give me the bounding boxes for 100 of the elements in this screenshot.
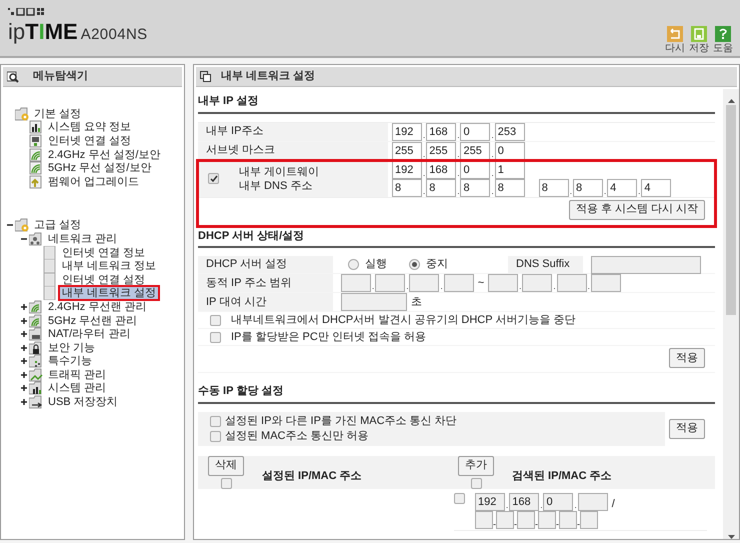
separator: - (577, 518, 580, 528)
expand-icon[interactable] (21, 372, 27, 378)
checkbox[interactable] (208, 173, 219, 184)
ip-octet-field[interactable]: 8 (494, 178, 525, 196)
ip-octet-field[interactable]: 192 (392, 122, 422, 140)
ip-octet-field[interactable]: 192 (475, 492, 505, 510)
tree-item[interactable]: 인터넷 연결 설정 (46, 134, 134, 147)
toolbar-button[interactable]: 도움 (714, 26, 732, 54)
ip-octet-field[interactable] (409, 274, 440, 292)
network-folder-icon (29, 232, 43, 246)
button[interactable]: 추가 (458, 456, 494, 476)
ip-octet-field[interactable]: 4 (641, 178, 672, 196)
ip-octet-field[interactable]: 8 (392, 178, 422, 196)
ip-octet-field[interactable]: 255 (392, 142, 422, 160)
tree-item[interactable]: 고급 설정 (32, 219, 84, 232)
checkbox[interactable] (210, 416, 221, 426)
ip-octet-field[interactable]: 8 (426, 178, 456, 196)
ip-octet-field[interactable]: 0 (494, 142, 525, 160)
ip-octet-field[interactable] (341, 274, 371, 292)
ip-octet-field[interactable]: 255 (426, 142, 456, 160)
expand-icon[interactable] (21, 344, 27, 351)
save-icon (691, 26, 707, 42)
ip-octet-field[interactable]: 8 (460, 178, 490, 196)
tree-item[interactable]: USB 저장장치 (46, 396, 120, 408)
ip-octet-field[interactable] (522, 274, 552, 292)
mac-field[interactable] (475, 510, 493, 528)
ip-octet-field[interactable]: 1 (494, 160, 525, 178)
separator: . (637, 186, 642, 196)
ip-octet-field[interactable]: 168 (426, 160, 456, 178)
ip-octet-field[interactable]: 253 (494, 122, 525, 140)
separator: . (405, 282, 410, 292)
help-icon (715, 26, 731, 42)
ip-octet-field[interactable]: 168 (426, 122, 456, 140)
button[interactable]: 삭제 (208, 456, 244, 476)
expand-icon[interactable] (21, 331, 27, 338)
collapse-icon[interactable] (21, 236, 27, 242)
ip-octet-field[interactable]: 4 (607, 178, 638, 196)
ip-octet-field[interactable]: 0 (460, 122, 490, 140)
toolbar-button[interactable]: 저장 (690, 26, 708, 54)
ip-octet-field[interactable] (556, 274, 587, 292)
ip-octet-field[interactable]: 168 (509, 492, 540, 510)
button[interactable]: 적용 후 시스템 다시 시작 (568, 200, 705, 220)
ip-octet-field[interactable] (444, 274, 474, 292)
tree-item[interactable]: 2.4GHz 무선랜 관리 (46, 300, 148, 313)
tree-item[interactable]: NAT/라우터 관리 (46, 328, 132, 340)
tree-item[interactable]: 네트워크 관리 (46, 232, 120, 245)
column-header: 검색된 IP/MAC 주소 (512, 468, 612, 484)
tree-item[interactable]: 내부 네트워크 설정 (60, 287, 158, 300)
checkbox[interactable] (454, 492, 465, 504)
expand-icon[interactable] (21, 304, 27, 310)
mac-field[interactable] (496, 510, 514, 528)
tree-item[interactable]: 보안 기능 (46, 342, 98, 354)
chart-folder-icon (29, 368, 43, 382)
checkbox[interactable] (210, 430, 221, 442)
ip-octet-field[interactable]: 0 (543, 492, 574, 510)
tree-item[interactable]: 기본 설정 (32, 108, 84, 120)
tree-item[interactable]: 시스템 요약 정보 (46, 121, 134, 134)
collapse-icon[interactable] (7, 222, 13, 228)
button[interactable]: 적용 (669, 418, 705, 438)
separator: . (602, 186, 608, 196)
field-label: 동적 IP 주소 범위 (206, 276, 292, 291)
chart-icon (29, 120, 43, 134)
mac-field[interactable] (517, 510, 535, 528)
field-label: DHCP 서버 설정 (206, 257, 288, 272)
mac-field[interactable] (538, 510, 556, 528)
separator: . (422, 130, 426, 140)
expand-icon[interactable] (21, 385, 27, 392)
tree-item[interactable]: 5GHz 무선랜 관리 (46, 314, 140, 327)
usb-folder-icon (29, 395, 43, 410)
ip-octet-field[interactable]: 8 (538, 178, 569, 196)
tree-item[interactable]: 특수기능 (46, 355, 94, 368)
tree-item[interactable]: 2.4GHz 무선 설정/보안 (46, 148, 162, 161)
ip-octet-field[interactable]: 0 (460, 160, 490, 178)
ip-octet-field[interactable] (375, 274, 406, 292)
mac-field[interactable] (559, 510, 577, 528)
tree-item[interactable]: 내부 네트워크 정보 (60, 260, 158, 272)
separator: . (422, 186, 426, 196)
ip-octet-field[interactable]: 255 (460, 142, 490, 160)
mac-field[interactable] (580, 510, 598, 528)
tree-item[interactable]: 펌웨어 업그레이드 (46, 176, 142, 188)
tree-item[interactable]: 인터넷 연결 설정 (60, 274, 148, 286)
wifi-folder-icon (29, 314, 43, 328)
page-icon (43, 286, 57, 300)
ip-octet-field[interactable] (590, 274, 621, 292)
separator: . (422, 168, 426, 178)
tree-item[interactable]: 인터넷 연결 정보 (60, 246, 148, 259)
tree-item[interactable]: 시스템 관리 (46, 382, 108, 394)
checkbox[interactable] (220, 478, 232, 488)
separator: - (514, 518, 517, 528)
ip-octet-field[interactable] (578, 492, 608, 510)
ip-octet-field[interactable] (488, 274, 518, 292)
checkbox[interactable] (470, 478, 482, 488)
toolbar-button[interactable]: 다시 (666, 26, 684, 54)
tree-item[interactable]: 5GHz 무선 설정/보안 (46, 162, 154, 174)
ip-octet-field[interactable]: 192 (392, 160, 422, 178)
expand-icon[interactable] (21, 318, 27, 324)
expand-icon[interactable] (21, 399, 27, 406)
tree-item[interactable]: 트래픽 관리 (46, 368, 108, 381)
expand-icon[interactable] (21, 358, 27, 364)
ip-octet-field[interactable]: 8 (572, 178, 603, 196)
